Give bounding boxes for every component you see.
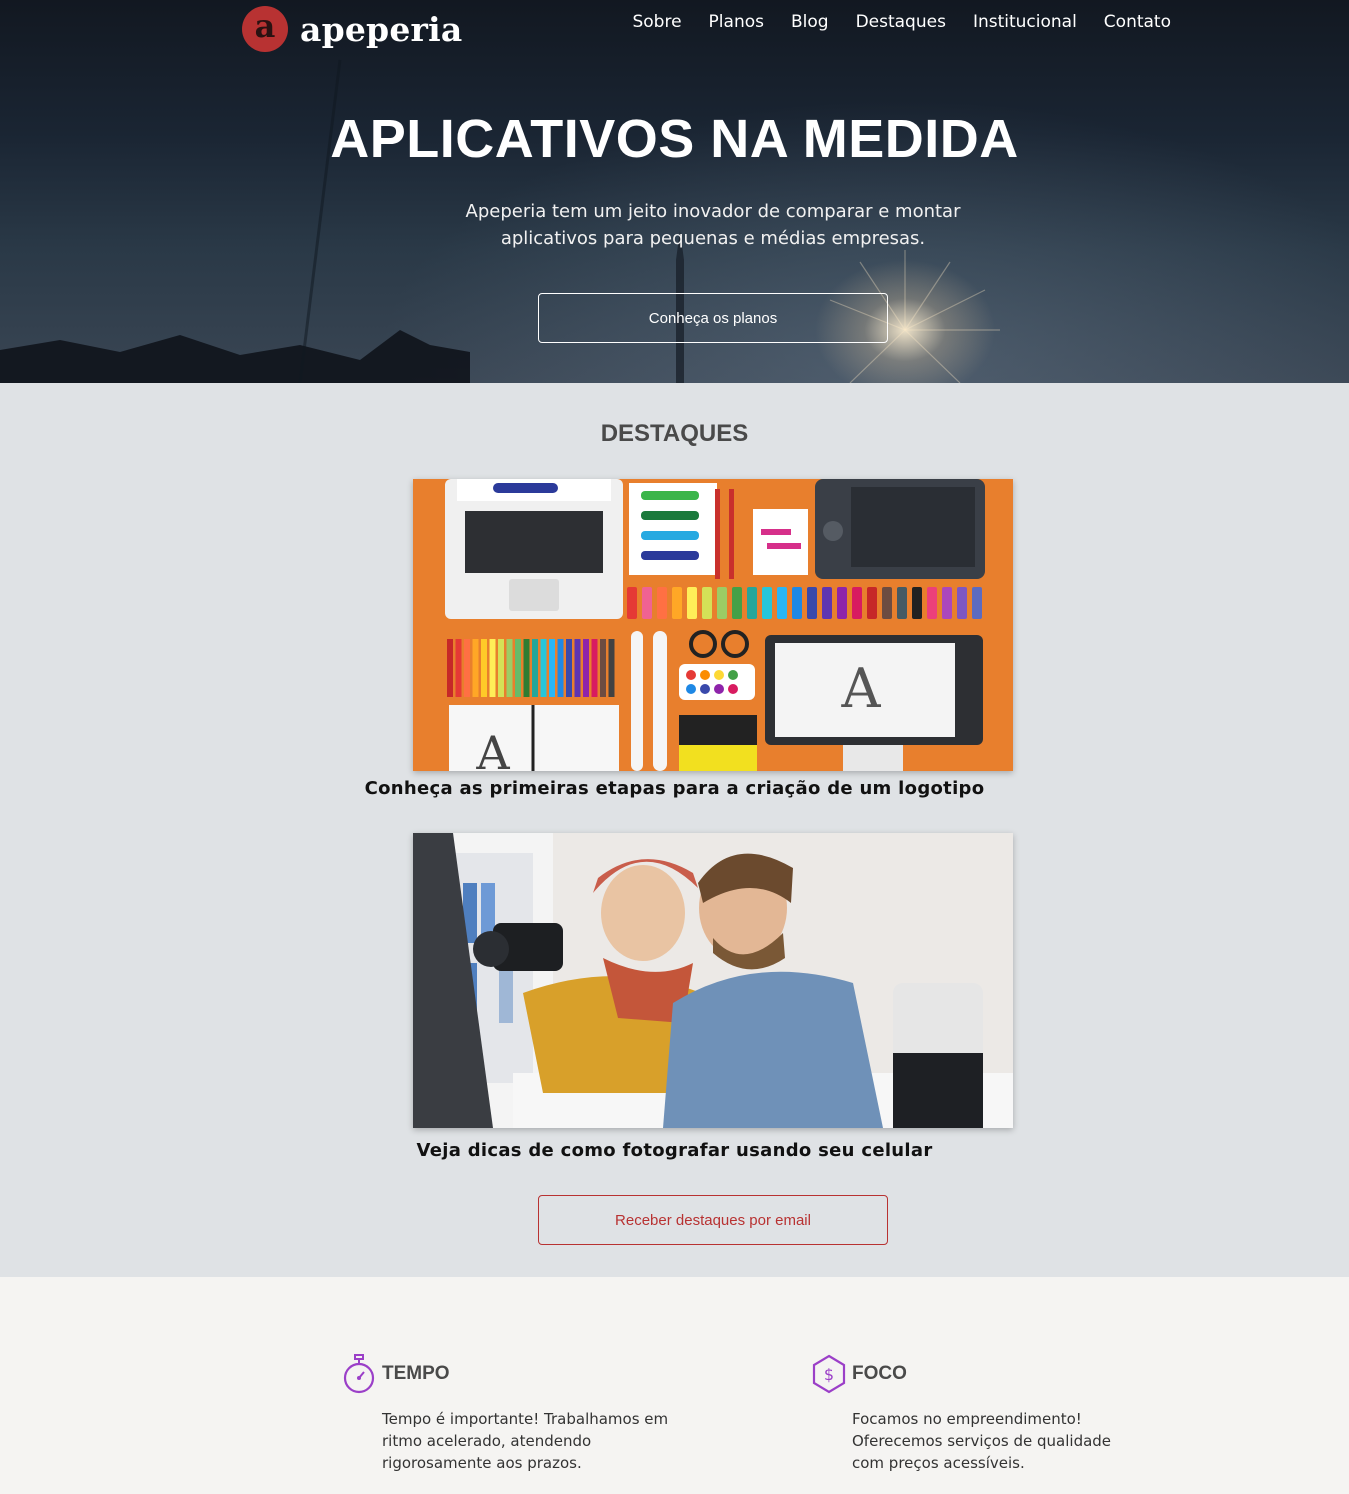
hero-subtitle: Apeperia tem um jeito inovador de compar… — [465, 201, 961, 249]
logo-mark-icon: a — [242, 6, 288, 52]
feature-text: Tempo é importante! Trabalhamos em ritmo… — [382, 1410, 669, 1472]
nav-link-sobre[interactable]: Sobre — [632, 12, 681, 32]
nav-link-contato[interactable]: Contato — [1104, 12, 1171, 32]
feature-foco: $ FOCO Focamos no empreendimento! Oferec… — [812, 1352, 1142, 1474]
features-section: TEMPO Tempo é importante! Trabalhamos em… — [0, 1277, 1349, 1494]
logo-design-image[interactable]: A A — [413, 479, 1013, 771]
svg-text:$: $ — [824, 1365, 834, 1384]
feature-tempo: TEMPO Tempo é importante! Trabalhamos em… — [342, 1352, 672, 1474]
section-title: DESTAQUES — [600, 420, 749, 447]
nav-link-destaques[interactable]: Destaques — [856, 12, 946, 32]
svg-text:A: A — [841, 657, 882, 720]
feature-text: Focamos no empreendimento! Oferecemos se… — [852, 1410, 1112, 1472]
brand-logo[interactable]: a apeperia — [242, 6, 462, 52]
photography-image[interactable] — [413, 833, 1013, 1128]
hero-title: APLICATIVOS NA MEDIDA — [330, 109, 1019, 169]
feature-title: FOCO — [852, 1363, 907, 1384]
photographers-illustration — [413, 833, 1013, 1128]
design-tools-illustration: A A — [413, 479, 1013, 771]
nav-link-institucional[interactable]: Institucional — [973, 12, 1077, 32]
nav-link-blog[interactable]: Blog — [791, 12, 829, 32]
main-nav: Sobre Planos Blog Destaques Instituciona… — [605, 12, 1171, 32]
feature-title: TEMPO — [382, 1363, 450, 1384]
dollar-hexagon-icon: $ — [812, 1354, 846, 1394]
hero-banner: a apeperia Sobre Planos Blog Destaques I… — [0, 0, 1349, 383]
destaque-caption-2[interactable]: Veja dicas de como fotografar usando seu… — [0, 1140, 1349, 1161]
brand-name: apeperia — [300, 9, 463, 49]
destaque-caption-1[interactable]: Conheça as primeiras etapas para a criaç… — [0, 778, 1349, 799]
svg-text:A: A — [475, 726, 510, 771]
nav-link-planos[interactable]: Planos — [709, 12, 764, 32]
plans-button[interactable]: Conheça os planos — [538, 293, 888, 343]
email-subscribe-button[interactable]: Receber destaques por email — [538, 1195, 888, 1245]
destaques-section: DESTAQUES A A Conheça as primeiras etapa… — [0, 383, 1349, 1277]
stopwatch-icon — [342, 1354, 376, 1394]
